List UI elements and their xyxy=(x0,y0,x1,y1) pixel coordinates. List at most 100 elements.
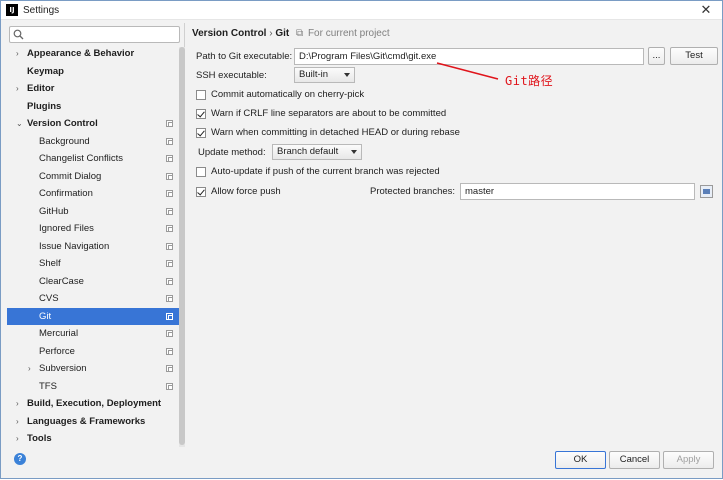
crlf-checkbox[interactable] xyxy=(196,108,206,119)
chevron-right-icon[interactable]: › xyxy=(16,80,19,98)
sidebar-item-shelf[interactable]: Shelf xyxy=(7,255,179,273)
auto-update-checkbox[interactable] xyxy=(196,166,206,177)
sidebar-item-languages-frameworks[interactable]: › Languages & Frameworks xyxy=(7,413,179,431)
chevron-right-icon[interactable]: › xyxy=(16,413,19,431)
ssh-select-value: Built-in xyxy=(299,69,329,80)
breadcrumb-parent: Version Control xyxy=(192,28,267,39)
sidebar-item-label: Tools xyxy=(27,433,52,444)
update-method-value: Branch default xyxy=(277,146,339,157)
protected-branches-label: Protected branches: xyxy=(370,186,456,197)
auto-update-row[interactable]: Auto-update if push of the current branc… xyxy=(196,166,440,177)
sidebar-item-background[interactable]: Background xyxy=(7,133,179,151)
project-scope-icon xyxy=(166,347,173,355)
git-path-field[interactable]: D:\Program Files\Git\cmd\git.exe xyxy=(294,47,644,65)
sidebar-item-clearcase[interactable]: ClearCase xyxy=(7,273,179,291)
ssh-select[interactable]: Built-in xyxy=(294,67,355,83)
sidebar-item-label: ClearCase xyxy=(39,275,84,287)
sidebar-item-label: Editor xyxy=(27,83,55,94)
help-icon[interactable]: ? xyxy=(14,453,26,465)
sidebar-item-label: Perforce xyxy=(39,345,75,357)
project-scope-icon xyxy=(166,365,173,372)
window-title: Settings xyxy=(23,4,60,16)
sidebar-item-ignored-files[interactable]: Ignored Files xyxy=(7,220,179,238)
sidebar-item-plugins[interactable]: Plugins xyxy=(7,98,179,116)
sidebar-item-label: Background xyxy=(39,135,90,147)
chevron-right-icon[interactable]: › xyxy=(28,360,31,378)
settings-sidebar: › Appearance & Behavior Keymap › Editor Plugi… xyxy=(7,23,185,447)
project-scope-icon xyxy=(166,172,173,180)
cherry-pick-label: Commit automatically on cherry-pick xyxy=(211,89,365,100)
breadcrumb: Version Control › Git ⧉ For current proj… xyxy=(192,28,390,39)
project-scope-icon xyxy=(166,260,173,267)
git-path-annotation: Git路径 xyxy=(505,74,554,88)
scope-label: For current project xyxy=(307,28,390,39)
sidebar-item-label: Shelf xyxy=(39,258,61,269)
auto-update-label: Auto-update if push of the current branc… xyxy=(211,166,440,177)
ssh-label: SSH executable: xyxy=(196,69,267,81)
git-path-row: Path to Git executable: D:\Program Files… xyxy=(196,47,718,65)
sidebar-item-build-execution-deployment[interactable]: › Build, Execution, Deployment xyxy=(7,395,179,413)
sidebar-scroll-thumb[interactable] xyxy=(179,47,185,445)
sidebar-item-commit-dialog[interactable]: Commit Dialog xyxy=(7,168,179,186)
sidebar-scrollbar[interactable] xyxy=(179,47,185,447)
ssh-row: SSH executable: Built-in xyxy=(196,67,355,83)
sidebar-item-label: Version Control xyxy=(27,118,98,129)
search-input[interactable] xyxy=(26,28,176,41)
sidebar-item-label: Languages & Frameworks xyxy=(27,415,146,427)
sidebar-item-label: GitHub xyxy=(39,205,69,217)
ok-button[interactable]: OK xyxy=(555,451,606,469)
test-button[interactable]: Test xyxy=(670,47,718,65)
project-scope-icon xyxy=(166,207,173,215)
cancel-button[interactable]: Cancel xyxy=(609,451,660,469)
chevron-down-icon[interactable]: ⌄ xyxy=(16,115,23,133)
crlf-label: Warn if CRLF line separators are about t… xyxy=(211,108,447,119)
chevron-right-icon[interactable]: › xyxy=(16,395,19,413)
breadcrumb-current: Git xyxy=(275,28,290,39)
settings-window: IJ Settings ✕ › Appearance & Behavior Keym… xyxy=(0,0,723,479)
crlf-row[interactable]: Warn if CRLF line separators are about t… xyxy=(196,108,446,119)
project-scope-icon xyxy=(166,330,173,337)
sidebar-item-mercurial[interactable]: Mercurial xyxy=(7,325,179,343)
sidebar-item-appearance-behavior[interactable]: › Appearance & Behavior xyxy=(7,45,179,63)
sidebar-item-label: Git xyxy=(39,310,52,322)
chevron-right-icon[interactable]: › xyxy=(16,45,19,63)
sidebar-item-keymap[interactable]: Keymap xyxy=(7,63,179,81)
force-push-label: Allow force push xyxy=(211,186,281,197)
detached-row[interactable]: Warn when committing in detached HEAD or… xyxy=(196,127,460,138)
browse-branches-icon[interactable] xyxy=(700,185,713,198)
project-scope-icon xyxy=(166,120,173,127)
sidebar-item-editor[interactable]: › Editor xyxy=(7,80,179,98)
sidebar-item-label: TFS xyxy=(39,380,57,392)
sidebar-item-label: Build, Execution, Deployment xyxy=(27,398,162,409)
sidebar-item-cvs[interactable]: CVS xyxy=(7,290,179,308)
sidebar-item-git[interactable]: Git xyxy=(7,307,179,325)
chevron-right-icon[interactable]: › xyxy=(16,430,19,448)
browse-button[interactable]: ... xyxy=(648,47,665,65)
sidebar-item-changelist-conflicts[interactable]: Changelist Conflicts xyxy=(7,150,179,168)
cherry-pick-row[interactable]: Commit automatically on cherry-pick xyxy=(196,89,364,100)
protected-branches-field[interactable]: master xyxy=(460,183,695,200)
sidebar-item-subversion[interactable]: › Subversion xyxy=(7,360,179,378)
update-method-label: Update method: xyxy=(198,146,266,158)
detached-head-checkbox[interactable] xyxy=(196,127,206,138)
update-method-select[interactable]: Branch default xyxy=(272,144,362,160)
sidebar-item-tools[interactable]: › Tools xyxy=(7,430,179,448)
cherry-pick-checkbox[interactable] xyxy=(196,89,206,100)
sidebar-item-tfs[interactable]: TFS xyxy=(7,378,179,396)
breadcrumb-separator: › xyxy=(269,28,273,39)
sidebar-item-version-control[interactable]: ⌄ Version Control xyxy=(7,115,179,133)
sidebar-item-issue-navigation[interactable]: Issue Navigation xyxy=(7,238,179,256)
apply-button[interactable]: Apply xyxy=(663,451,714,469)
force-push-checkbox[interactable] xyxy=(196,186,206,197)
project-scope-icon xyxy=(166,277,173,285)
search-box[interactable] xyxy=(9,26,180,43)
sidebar-item-label: Plugins xyxy=(27,100,62,112)
close-icon[interactable]: ✕ xyxy=(698,3,714,17)
settings-tree: › Appearance & Behavior Keymap › Editor Plugi… xyxy=(7,45,179,448)
sidebar-item-label: Subversion xyxy=(39,363,87,374)
sidebar-item-confirmation[interactable]: Confirmation xyxy=(7,185,179,203)
sidebar-item-perforce[interactable]: Perforce xyxy=(7,343,179,361)
project-scope-icon xyxy=(166,137,173,145)
update-method-row: Update method: Branch default xyxy=(196,144,362,160)
sidebar-item-github[interactable]: GitHub xyxy=(7,203,179,221)
